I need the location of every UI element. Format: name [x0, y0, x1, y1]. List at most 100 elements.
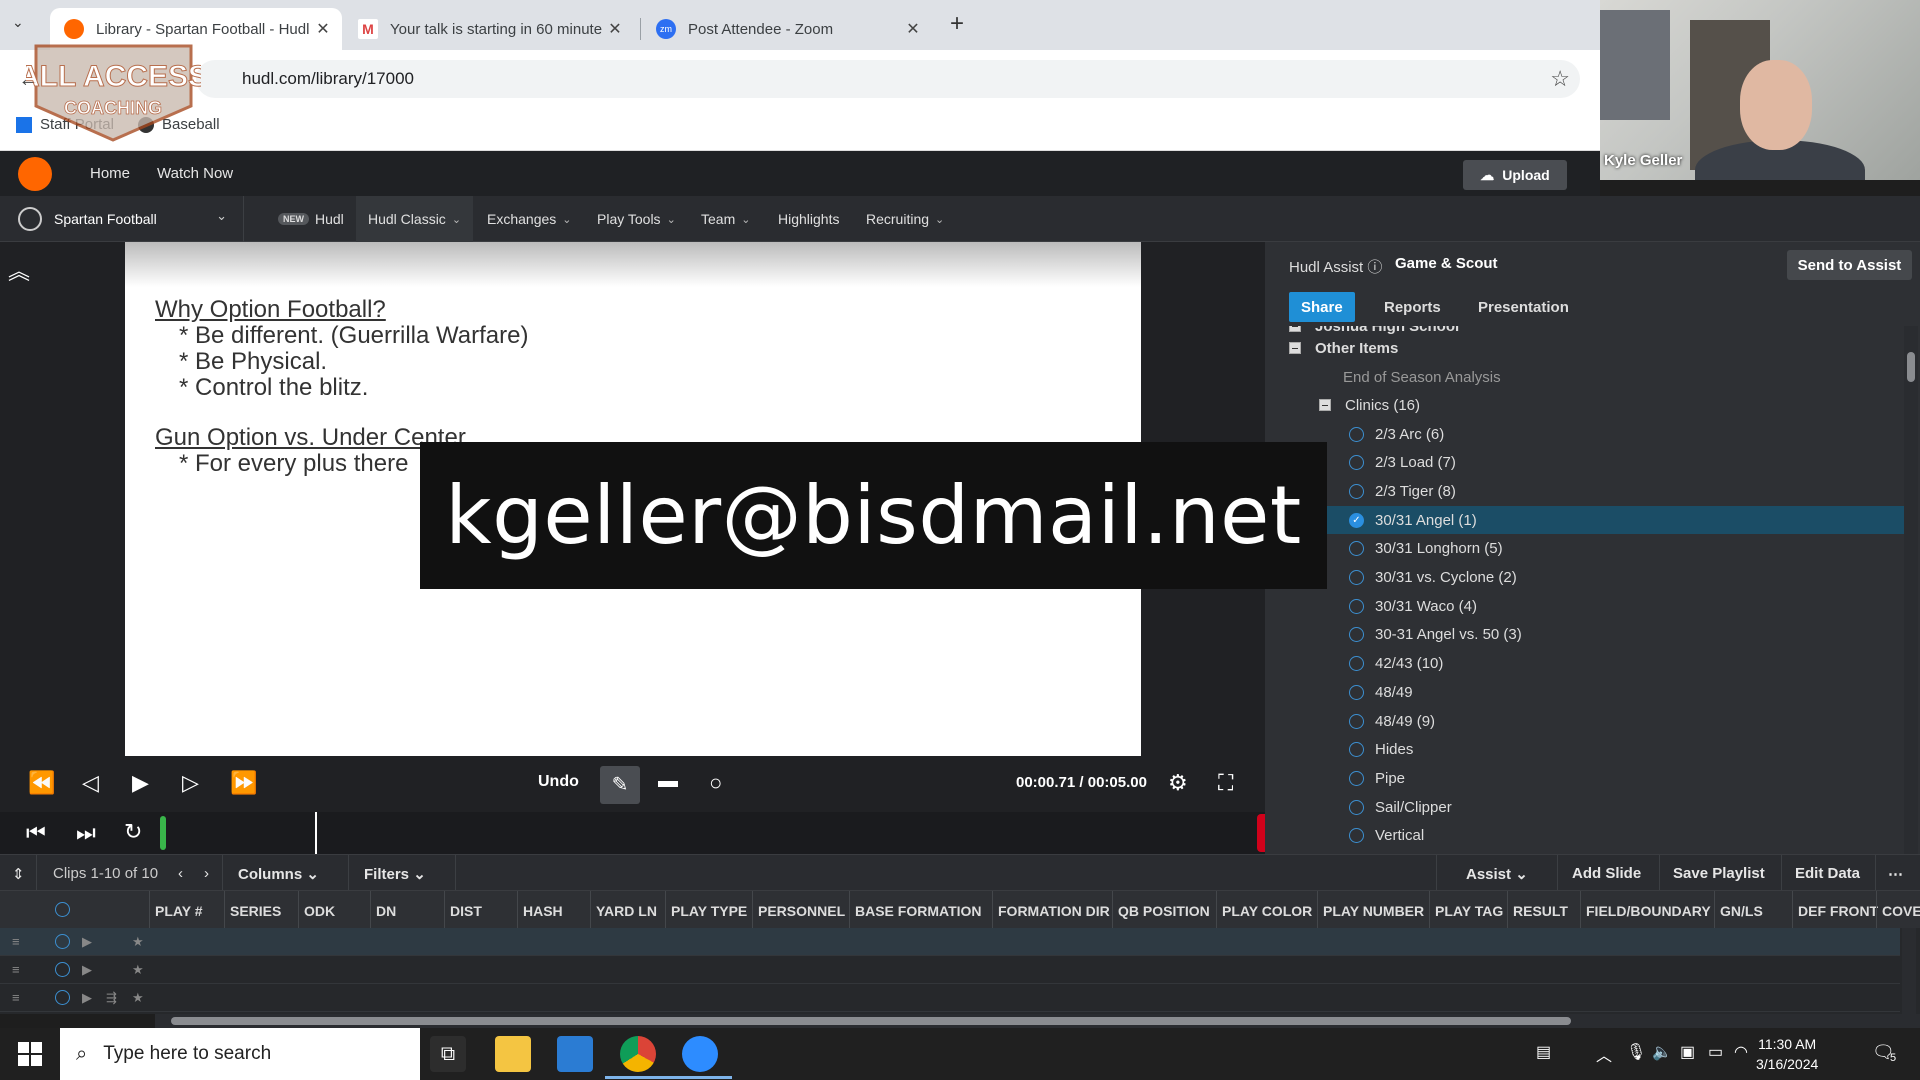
wifi-icon[interactable]: ◠ — [1734, 1042, 1748, 1062]
tab-search-button[interactable]: ⌄ — [12, 14, 24, 31]
microphone-icon[interactable]: 🎙 — [1626, 1042, 1646, 1062]
tree-scrollbar[interactable] — [1904, 326, 1918, 854]
upload-button[interactable]: ☁ Upload — [1463, 160, 1567, 190]
column-header[interactable]: YARD LN — [596, 903, 657, 919]
column-divider[interactable] — [444, 891, 445, 929]
column-header[interactable]: DN — [376, 903, 396, 919]
nav-watch-now[interactable]: Watch Now — [157, 165, 233, 182]
save-playlist-button[interactable]: Save Playlist — [1673, 865, 1765, 882]
gear-icon[interactable]: ⚙ — [1168, 770, 1188, 796]
column-header[interactable]: RESULT — [1513, 903, 1568, 919]
close-tab-icon[interactable]: ✕ — [900, 19, 926, 39]
column-header[interactable]: COVE — [1882, 903, 1920, 919]
row-select-circle[interactable] — [55, 962, 70, 977]
column-header[interactable]: PERSONNEL — [758, 903, 845, 919]
column-divider[interactable] — [1714, 891, 1715, 929]
edit-data-button[interactable]: Edit Data — [1795, 865, 1860, 882]
nav-hudl-classic[interactable]: Hudl Classic ⌄ — [356, 196, 474, 242]
column-header[interactable]: DIST — [450, 903, 482, 919]
column-header[interactable]: FIELD/BOUNDARY — [1586, 903, 1711, 919]
tab-reports[interactable]: Reports — [1372, 292, 1453, 322]
tree-end-of-season[interactable]: End of Season Analysis — [1265, 363, 1905, 391]
radio-circle-icon[interactable] — [1349, 541, 1364, 557]
select-all-circle[interactable] — [55, 902, 70, 917]
skip-to-start-icon[interactable]: ⏮ — [26, 820, 46, 846]
collapse-box-icon[interactable] — [1289, 342, 1301, 354]
sort-toggle-icon[interactable]: ⇕ — [12, 865, 25, 883]
column-header[interactable]: DEF FRONT — [1798, 903, 1878, 919]
clinic-item[interactable]: 30/31 Waco (4) — [1265, 592, 1905, 620]
nav-play-tools[interactable]: Play Tools ⌄ — [597, 196, 676, 242]
clinic-item[interactable]: Vertical — [1265, 822, 1905, 850]
radio-circle-icon[interactable] — [1349, 570, 1364, 585]
timeline-end-marker[interactable] — [1257, 814, 1265, 852]
clinic-item[interactable]: 48/49 (9) — [1265, 707, 1905, 735]
nav-exchanges[interactable]: Exchanges ⌄ — [487, 196, 572, 242]
table-row[interactable]: ≡ ▶ ⇶ ★ — [0, 984, 1900, 1012]
radio-circle-icon[interactable] — [1349, 828, 1364, 844]
checked-circle-icon[interactable]: ✓ — [1349, 512, 1364, 528]
step-back-icon[interactable]: ◁ — [82, 770, 99, 796]
timeline-start-marker[interactable] — [160, 816, 166, 850]
scroll-thumb[interactable] — [171, 1017, 1571, 1025]
nav-highlights[interactable]: Highlights — [778, 196, 839, 242]
radio-circle-icon[interactable] — [1349, 627, 1364, 643]
radio-circle-icon[interactable] — [1349, 799, 1364, 815]
radio-circle-icon[interactable] — [1349, 455, 1364, 471]
team-selector[interactable]: Spartan Football ⌄ — [0, 196, 244, 242]
chevron-up-icon[interactable]: ︿ — [1596, 1042, 1612, 1066]
info-icon[interactable]: ⓘ — [1367, 259, 1382, 276]
column-header[interactable]: PLAY NUMBER — [1323, 903, 1424, 919]
column-divider[interactable] — [590, 891, 591, 929]
send-to-assist-button[interactable]: Send to Assist — [1787, 250, 1912, 280]
skip-to-end-icon[interactable]: ⏭ — [76, 820, 96, 846]
column-header[interactable]: PLAY TAG — [1435, 903, 1503, 919]
tab-share[interactable]: Share — [1289, 292, 1355, 322]
row-play-icon[interactable]: ▶ — [82, 990, 92, 1006]
fullscreen-icon[interactable]: ⛶ — [1218, 770, 1233, 796]
timeline-track[interactable] — [160, 812, 1265, 854]
store-icon[interactable] — [557, 1036, 593, 1072]
zoom-app-icon[interactable] — [682, 1036, 718, 1072]
rewind-icon[interactable]: ⏪ — [28, 770, 55, 796]
meet-now-icon[interactable]: ▣ — [1680, 1042, 1695, 1062]
comment-icon[interactable]: ▬ — [658, 770, 678, 793]
bookmark-star-icon[interactable]: ☆ — [1550, 66, 1570, 92]
news-widget-icon[interactable]: ▤ — [1536, 1042, 1551, 1062]
tab-zoom[interactable]: zm Post Attendee - Zoom ✕ — [642, 8, 932, 50]
radio-circle-icon[interactable] — [1349, 770, 1364, 786]
clinic-item[interactable]: 2/3 Load (7) — [1265, 449, 1905, 477]
row-star-icon[interactable]: ★ — [132, 934, 144, 950]
radio-circle-icon[interactable] — [1349, 483, 1364, 499]
columns-dropdown[interactable]: Columns ⌄ — [238, 865, 319, 883]
close-tab-icon[interactable]: ✕ — [602, 19, 628, 39]
close-tab-icon[interactable]: ✕ — [310, 19, 336, 39]
timeline-playhead[interactable] — [315, 812, 317, 854]
tab-gmail[interactable]: M Your talk is starting in 60 minutes ✕ — [344, 8, 634, 50]
scroll-thumb[interactable] — [1907, 352, 1915, 382]
clinic-item[interactable]: 30-31 Angel vs. 50 (3) — [1265, 621, 1905, 649]
column-header[interactable]: PLAY # — [155, 903, 202, 919]
add-slide-button[interactable]: Add Slide — [1572, 865, 1641, 882]
drag-handle-icon[interactable]: ≡ — [12, 962, 20, 977]
row-playlist-icon[interactable]: ⇶ — [106, 990, 117, 1006]
circle-tool-icon[interactable]: ○ — [709, 770, 722, 796]
column-divider[interactable] — [1580, 891, 1581, 929]
clinic-item[interactable]: 42/43 (10) — [1265, 650, 1905, 678]
prev-page-icon[interactable]: ‹ — [178, 865, 183, 882]
row-star-icon[interactable]: ★ — [132, 962, 144, 978]
column-header[interactable]: HASH — [523, 903, 563, 919]
column-divider[interactable] — [752, 891, 753, 929]
volume-icon[interactable]: 🔈 — [1652, 1042, 1672, 1062]
column-divider[interactable] — [1112, 891, 1113, 929]
column-header[interactable]: QB POSITION — [1118, 903, 1210, 919]
row-select-circle[interactable] — [55, 934, 70, 949]
radio-circle-icon[interactable] — [1349, 684, 1364, 700]
column-divider[interactable] — [149, 891, 150, 929]
drag-handle-icon[interactable]: ≡ — [12, 990, 20, 1005]
clinic-item[interactable]: 30/31 Longhorn (5) — [1265, 535, 1905, 563]
column-divider[interactable] — [849, 891, 850, 929]
clinic-item[interactable]: 30/31 vs. Cyclone (2) — [1265, 564, 1905, 592]
drag-handle-icon[interactable]: ≡ — [12, 934, 20, 949]
draw-pen-icon[interactable]: ✎ — [600, 766, 640, 804]
